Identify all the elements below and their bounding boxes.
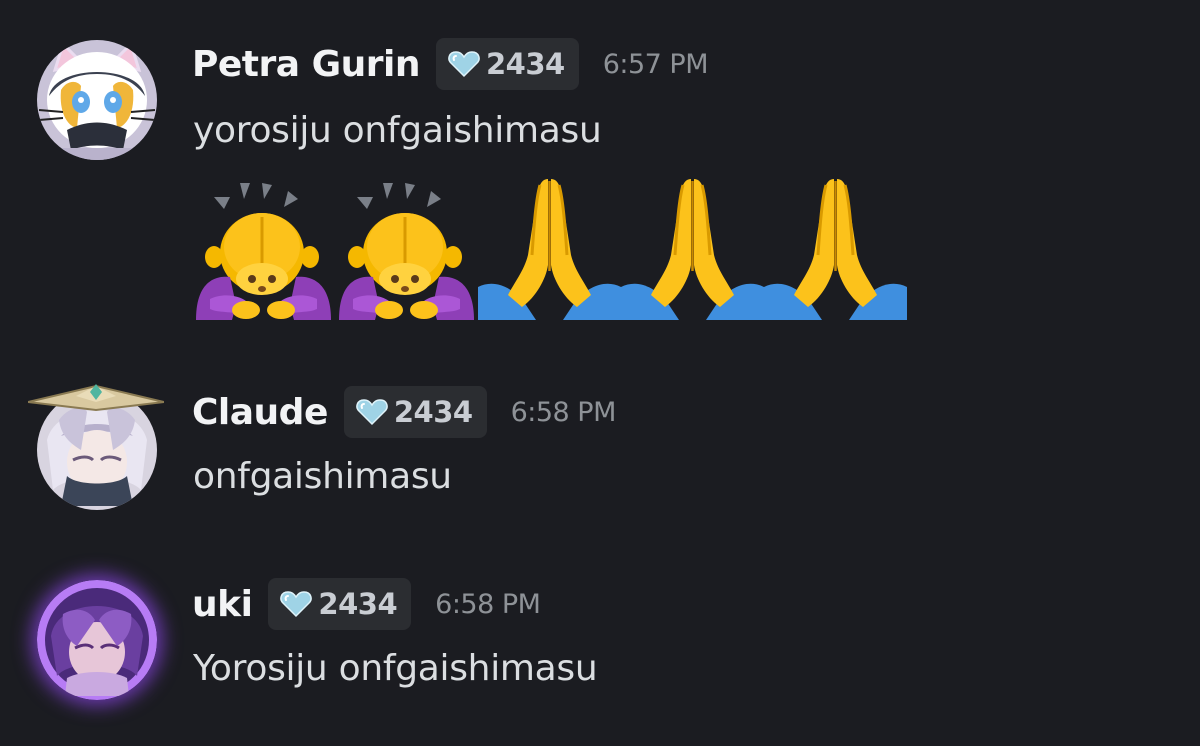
- message-header: Claude 2434 6:58 PM: [192, 386, 616, 438]
- timestamp: 6:58 PM: [435, 588, 541, 620]
- avatar[interactable]: [37, 580, 157, 700]
- message-text: Yorosiju onfgaishimasu: [193, 648, 598, 689]
- heart-gem-icon: [280, 590, 312, 618]
- username[interactable]: uki: [192, 584, 253, 625]
- avatar[interactable]: [37, 40, 157, 160]
- person-bowing-emoji: [335, 175, 478, 320]
- emoji-row: [192, 175, 907, 320]
- message-text: onfgaishimasu: [193, 456, 452, 497]
- timestamp: 6:58 PM: [510, 396, 617, 428]
- folded-hands-emoji: [478, 175, 621, 320]
- username[interactable]: Claude: [192, 392, 328, 433]
- server-badge[interactable]: 2434: [268, 578, 412, 630]
- username[interactable]: Petra Gurin: [192, 44, 421, 85]
- heart-gem-icon: [356, 398, 388, 426]
- message-header: uki 2434 6:58 PM: [192, 578, 541, 630]
- server-badge[interactable]: 2434: [436, 38, 579, 90]
- message-header: Petra Gurin 2434 6:57 PM: [192, 38, 709, 90]
- folded-hands-emoji: [764, 175, 907, 320]
- avatar-decoration-hat-icon: [28, 384, 164, 412]
- badge-count: 2434: [318, 587, 398, 621]
- message-text: yorosiju onfgaishimasu: [193, 110, 602, 151]
- server-badge[interactable]: 2434: [343, 386, 487, 438]
- folded-hands-emoji: [621, 175, 764, 320]
- timestamp: 6:57 PM: [602, 48, 709, 80]
- person-bowing-emoji: [192, 175, 335, 320]
- badge-count: 2434: [486, 47, 565, 81]
- badge-count: 2434: [393, 395, 473, 429]
- heart-gem-icon: [448, 50, 480, 78]
